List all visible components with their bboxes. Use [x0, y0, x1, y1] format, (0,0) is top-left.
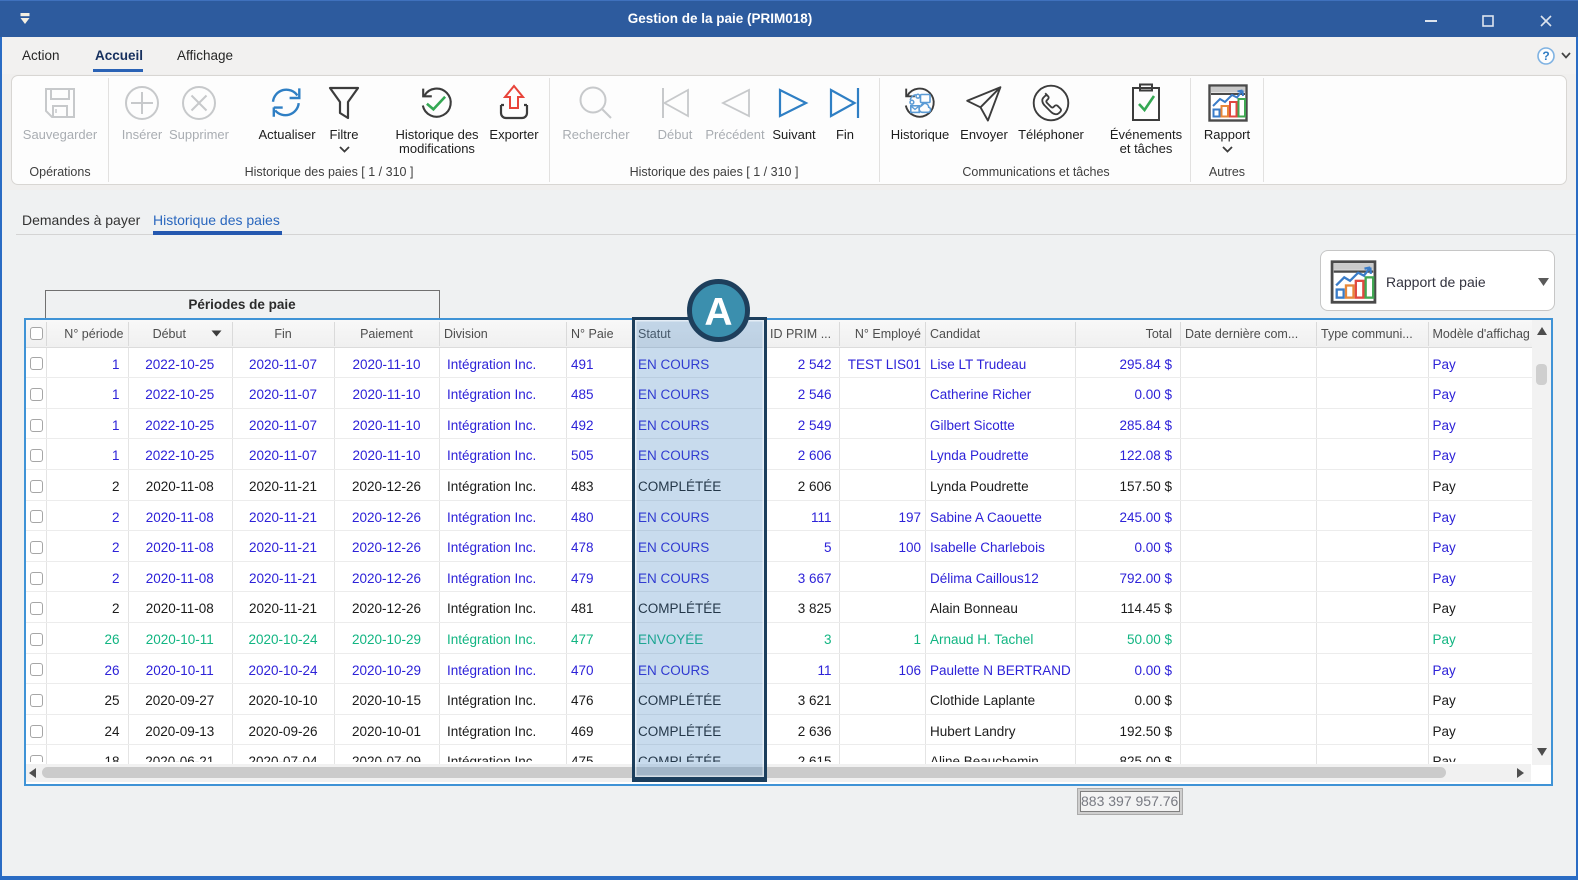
svg-text:?: ?	[1542, 49, 1549, 63]
